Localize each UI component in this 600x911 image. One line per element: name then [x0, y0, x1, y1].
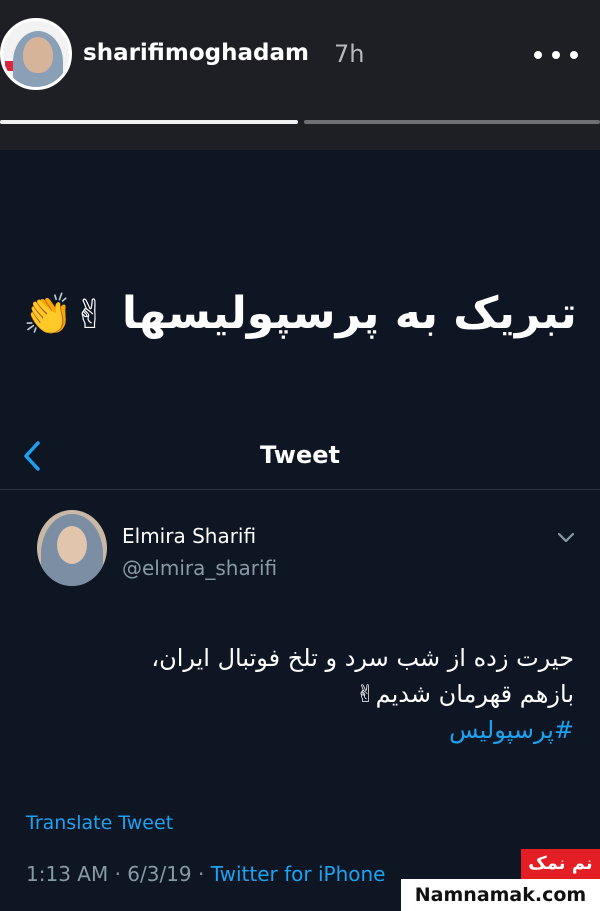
story-username[interactable]: sharifimoghadam	[83, 40, 309, 66]
tweet-body-line-2: بازهم قهرمان شدیم✌	[355, 680, 574, 708]
story-time-ago: 7h	[334, 40, 365, 68]
more-options-icon[interactable]	[534, 48, 578, 62]
story-header: sharifimoghadam 7h	[0, 0, 600, 150]
story-progress-segment-1	[0, 120, 298, 124]
story-progress-segment-2	[304, 120, 600, 124]
avatar-face	[23, 37, 53, 73]
tweet-source-link[interactable]: Twitter for iPhone	[211, 862, 386, 886]
story-caption: تبریک به پرسپولیسها ✌👏	[0, 288, 600, 339]
tweet-author-avatar[interactable]	[37, 510, 107, 586]
story-avatar[interactable]	[0, 18, 72, 90]
translate-tweet-link[interactable]: Translate Tweet	[26, 812, 173, 834]
tweet-author-handle[interactable]: @elmira_sharifi	[122, 556, 277, 580]
watermark-site: Namnamak.com	[401, 879, 600, 911]
caption-emoji: ✌👏	[23, 292, 107, 338]
tweet-nav-title: Tweet	[260, 441, 340, 469]
caption-text: تبریک به پرسپولیسها	[121, 288, 577, 339]
chevron-down-icon[interactable]	[556, 528, 576, 548]
avatar-face	[57, 526, 87, 564]
tweet-meta: 1:13 AM · 6/3/19 · Twitter for iPhone	[26, 862, 386, 886]
tweet-nav-bar: Tweet	[0, 425, 600, 490]
tweet-timestamp: 1:13 AM · 6/3/19 ·	[26, 862, 211, 886]
story-progress-fill-1	[0, 120, 298, 124]
tweet-body-line-1: حیرت زده از شب سرد و تلخ فوتبال ایران،	[151, 644, 574, 672]
tweet-body: حیرت زده از شب سرد و تلخ فوتبال ایران، ب…	[34, 640, 574, 748]
watermark-logo: نم نمک	[521, 849, 600, 879]
tweet-author-name[interactable]: Elmira Sharifi	[122, 524, 256, 548]
tweet-hashtag-link[interactable]: #پرسپولیس	[34, 712, 574, 748]
